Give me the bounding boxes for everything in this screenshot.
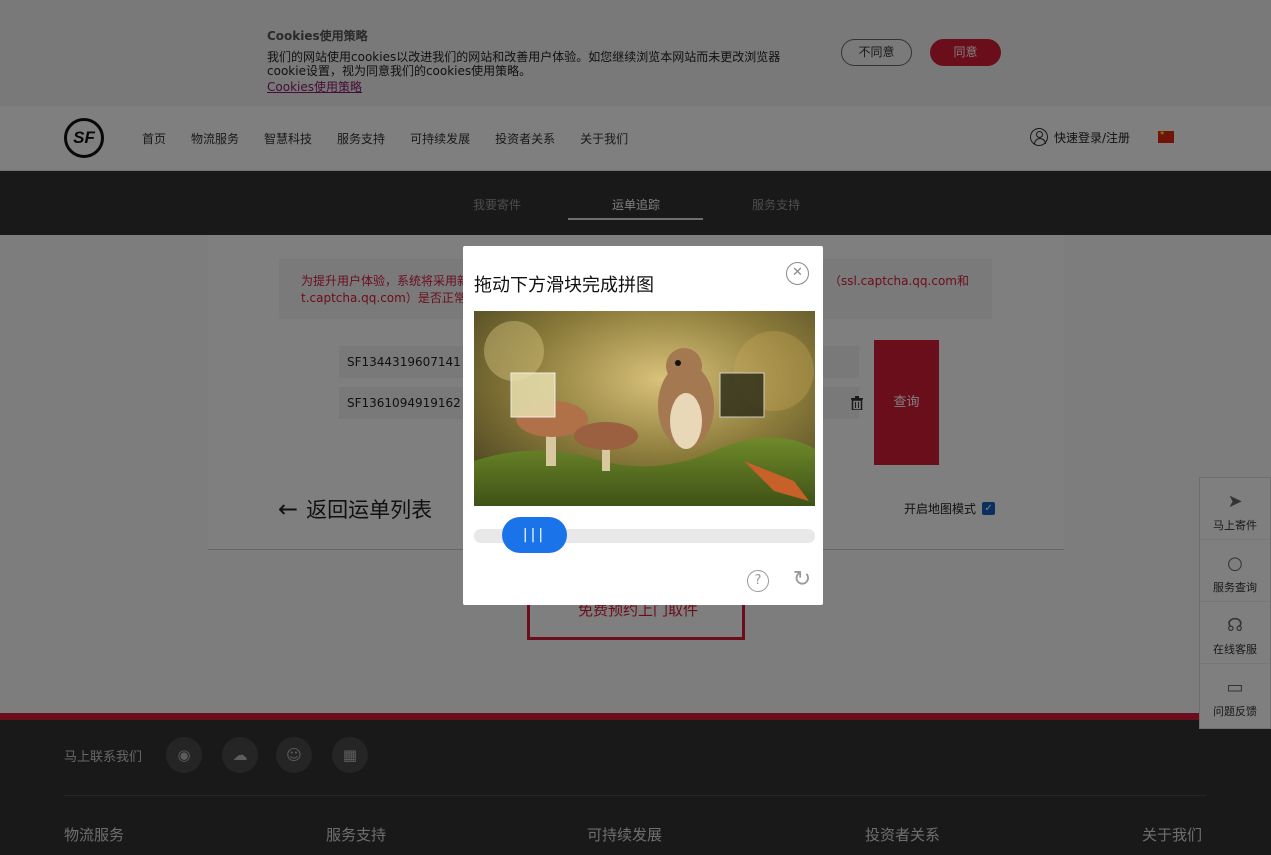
refresh-icon[interactable]: ↻ (790, 568, 814, 592)
close-icon[interactable]: ✕ (786, 262, 809, 285)
captcha-title: 拖动下方滑块完成拼图 (474, 275, 654, 296)
captcha-dialog: 拖动下方滑块完成拼图 ✕ ||| ? ↻ (463, 246, 823, 605)
help-icon[interactable]: ? (747, 570, 769, 592)
puzzle-image (474, 311, 815, 506)
slider-handle[interactable]: ||| (502, 517, 567, 553)
